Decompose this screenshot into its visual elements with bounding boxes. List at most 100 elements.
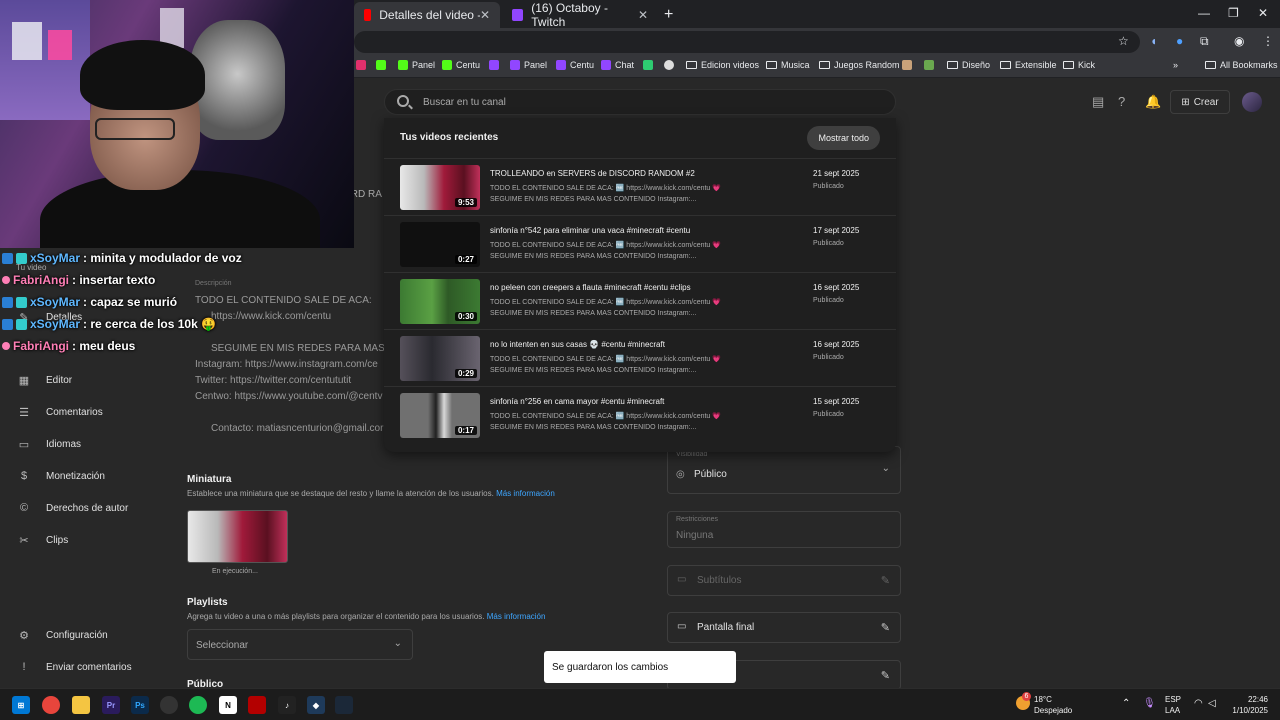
playlist-select[interactable]: Seleccionar ⌄	[187, 629, 413, 660]
bookmark-chat[interactable]: Chat	[601, 60, 634, 70]
close-window-icon[interactable]: ✕	[1258, 6, 1268, 20]
windows-start-icon[interactable]: ⊞	[12, 696, 30, 714]
microphone-icon[interactable]: 🎙	[1143, 698, 1156, 709]
extension-icon[interactable]: ●	[1176, 34, 1183, 48]
video-description: TODO EL CONTENIDO SALE DE ACA: 🆓 https:/…	[490, 297, 721, 319]
video-title[interactable]: no peleen con creepers a flauta #minecra…	[490, 283, 691, 292]
bookmark-kick[interactable]: Kick	[1063, 60, 1095, 70]
account-avatar[interactable]	[1242, 92, 1262, 112]
visibility-field[interactable]: Visibilidad Público ◎ ⌄	[667, 446, 901, 494]
extensions-puzzle-icon[interactable]: ⧉	[1200, 34, 1209, 49]
video-title[interactable]: no lo intenten en sus casas 💀 #centu #mi…	[490, 340, 665, 349]
video-editor-icon[interactable]	[248, 696, 266, 714]
instagram-bookmark[interactable]	[356, 60, 366, 70]
bookmark-juegos-random[interactable]: Juegos Random	[819, 60, 900, 70]
bookmark-edicion-videos[interactable]: Edicion videos	[686, 60, 759, 70]
pencil-icon[interactable]: ✎	[881, 621, 890, 634]
video-thumbnail[interactable]: 0:17	[400, 393, 480, 438]
sub-badge-icon	[16, 318, 27, 330]
file-explorer-icon[interactable]	[72, 696, 90, 714]
create-button[interactable]: ⊞ Crear	[1170, 90, 1230, 114]
bookmark-extensible[interactable]: Extensible	[1000, 60, 1057, 70]
video-row[interactable]: 0:17 sinfonía n°256 en cama mayor #centu …	[384, 386, 896, 443]
video-thumbnail[interactable]: 0:30	[400, 279, 480, 324]
twitch-bookmark[interactable]	[489, 60, 499, 70]
bookmark-musica[interactable]: Musica	[766, 60, 810, 70]
extension-icon[interactable]: ◖	[1150, 34, 1157, 48]
volume-icon[interactable]: ◁	[1208, 698, 1216, 709]
sidebar-item-idiomas[interactable]: ▭ Idiomas	[18, 438, 81, 451]
bookmark-icon-only[interactable]	[643, 60, 653, 70]
bookmark-icon-only[interactable]	[902, 60, 912, 70]
subtitles-field[interactable]: ▭ Subtítulos ✎	[667, 565, 901, 596]
help-icon[interactable]: ?	[1118, 94, 1125, 109]
bookmark-label: All Bookmarks	[1220, 60, 1278, 70]
bookmark-centu-kick[interactable]: Centu	[442, 60, 480, 70]
sidebar-item-configuracion[interactable]: ⚙ Configuración	[18, 629, 108, 642]
kick-bookmark[interactable]	[376, 60, 386, 70]
menu-dots-icon[interactable]: ⋮	[1262, 34, 1274, 48]
video-row[interactable]: 9:53 TROLLEANDO en SERVERS de DISCORD RAN…	[384, 158, 896, 215]
photoshop-icon[interactable]: Ps	[131, 696, 149, 714]
spotify-icon[interactable]	[189, 696, 207, 714]
wifi-icon[interactable]: ◠	[1194, 698, 1203, 709]
sidebar-item-comentarios[interactable]: ☰ Comentarios	[18, 406, 103, 419]
bookmark-icon-only[interactable]	[664, 60, 674, 70]
video-title[interactable]: sinfonía n°256 en cama mayor #centu #min…	[490, 397, 664, 406]
sidebar-item-enviar-comentarios[interactable]: ! Enviar comentarios	[18, 661, 131, 673]
bookmark-centu-twitch[interactable]: Centu	[556, 60, 594, 70]
premiere-icon[interactable]: Pr	[102, 696, 120, 714]
bookmark-label: Panel	[412, 60, 436, 70]
video-row[interactable]: 0:29 no lo intenten en sus casas 💀 #centu…	[384, 329, 896, 386]
more-info-link[interactable]: Más información	[487, 612, 546, 621]
tiktok-icon[interactable]: ♪	[278, 696, 296, 714]
close-icon[interactable]: ✕	[638, 8, 648, 22]
chevron-up-icon[interactable]: ⌃	[1122, 698, 1130, 709]
sidebar-item-editor[interactable]: ▦ Editor	[18, 374, 72, 387]
tab-youtube-studio[interactable]: Detalles del video - YouTube St ✕	[354, 2, 500, 28]
minimize-icon[interactable]: —	[1198, 6, 1210, 20]
maximize-icon[interactable]: ❐	[1228, 6, 1239, 20]
weather-widget[interactable]: 18°C Despejado	[1034, 694, 1072, 716]
omnibox[interactable]	[354, 31, 1140, 53]
tab-twitch[interactable]: (16) Octaboy - Twitch ✕	[502, 1, 658, 29]
notifications-icon[interactable]: 🔔	[1145, 94, 1161, 110]
profile-avatar-icon[interactable]: ◉	[1234, 34, 1244, 48]
video-thumbnail[interactable]: 0:27	[400, 222, 480, 267]
all-bookmarks[interactable]: All Bookmarks	[1205, 60, 1278, 70]
restrictions-field[interactable]: Restricciones Ninguna	[667, 511, 901, 548]
sidebar-item-derechos[interactable]: © Derechos de autor	[18, 502, 128, 514]
sidebar-item-monetizacion[interactable]: $ Monetización	[18, 470, 105, 482]
video-thumbnail[interactable]: 0:29	[400, 336, 480, 381]
show-all-button[interactable]: Mostrar todo	[807, 126, 880, 150]
video-thumbnail[interactable]: 9:53	[400, 165, 480, 210]
selected-thumbnail[interactable]	[187, 510, 288, 563]
pencil-icon[interactable]: ✎	[881, 669, 890, 682]
more-info-link[interactable]: Más información	[496, 489, 555, 498]
language-indicator[interactable]: ESP LAA	[1165, 694, 1181, 716]
video-duration: 0:29	[454, 369, 477, 378]
app-icon[interactable]: ◆	[307, 696, 325, 714]
obs-icon[interactable]	[160, 696, 178, 714]
more-bookmarks-icon[interactable]: »	[1173, 60, 1178, 70]
channel-search-input[interactable]: Buscar en tu canal	[384, 89, 896, 115]
star-icon[interactable]: ☆	[1118, 34, 1129, 48]
end-screen-field[interactable]: ▭ Pantalla final ✎	[667, 612, 901, 643]
notion-icon[interactable]: N	[219, 696, 237, 714]
bookmark-panel-twitch[interactable]: Panel	[510, 60, 547, 70]
subtitles-icon[interactable]: ▤	[1092, 94, 1104, 110]
new-tab-icon[interactable]: +	[664, 6, 673, 24]
pencil-icon[interactable]: ✎	[881, 574, 890, 587]
bookmark-icon-only[interactable]	[924, 60, 934, 70]
chrome-icon[interactable]	[42, 696, 60, 714]
video-row[interactable]: 0:27 sinfonía n°542 para eliminar una vac…	[384, 215, 896, 272]
close-icon[interactable]: ✕	[480, 8, 490, 22]
bookmark-panel-kick[interactable]: Panel	[398, 60, 435, 70]
video-row[interactable]: 0:30 no peleen con creepers a flauta #min…	[384, 272, 896, 329]
sidebar-item-clips[interactable]: ✂ Clips	[18, 534, 68, 547]
steam-icon[interactable]	[335, 696, 353, 714]
bookmark-diseno[interactable]: Diseño	[947, 60, 990, 70]
clock[interactable]: 22:46 1/10/2025	[1228, 694, 1268, 716]
video-title[interactable]: sinfonía n°542 para eliminar una vaca #m…	[490, 226, 690, 235]
video-title[interactable]: TROLLEANDO en SERVERS de DISCORD RANDOM …	[490, 169, 695, 178]
